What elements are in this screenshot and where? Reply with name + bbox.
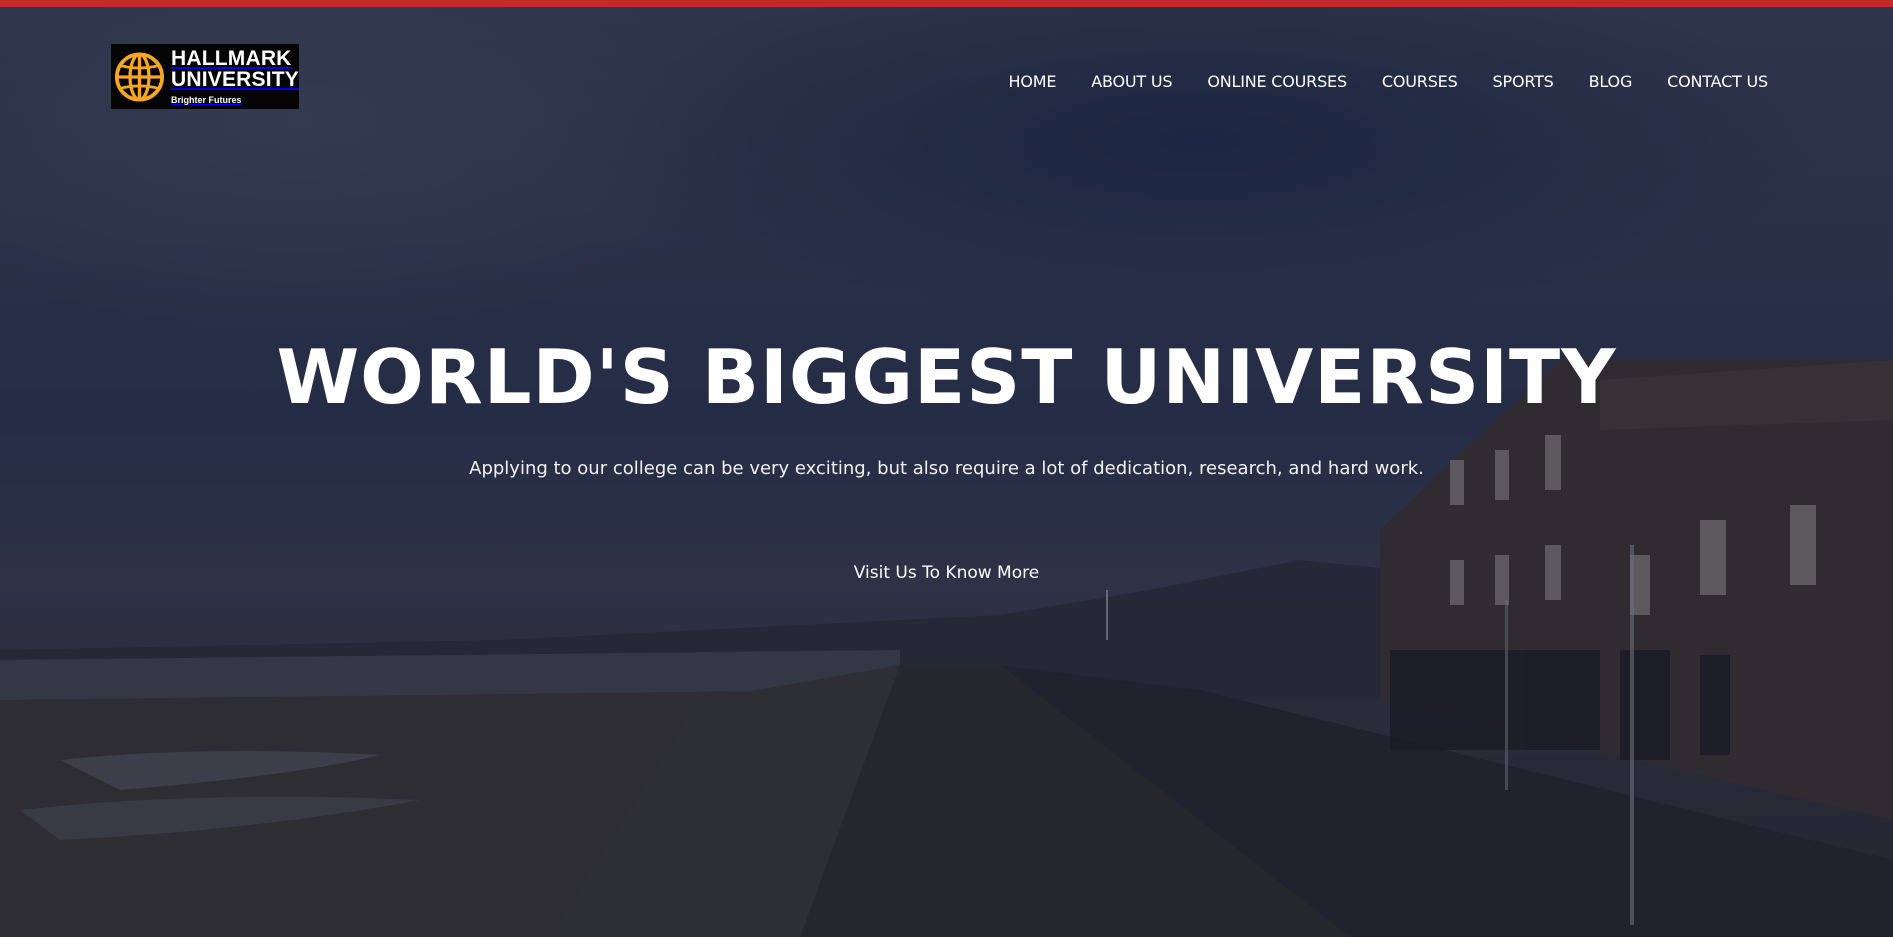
- logo-text: HALLMARK UNIVERSITY Brighter Futures: [171, 48, 299, 105]
- globe-icon: [114, 51, 165, 102]
- nav-sports[interactable]: SPORTS: [1493, 72, 1554, 91]
- hero-subtitle: Applying to our college can be very exci…: [469, 458, 1424, 479]
- nav-online-courses[interactable]: ONLINE COURSES: [1207, 72, 1347, 91]
- top-accent-stripe: [0, 0, 1893, 7]
- hero-section: WORLD'S BIGGEST UNIVERSITY Applying to o…: [0, 0, 1893, 937]
- nav-courses[interactable]: COURSES: [1382, 72, 1458, 91]
- visit-us-link[interactable]: Visit Us To Know More: [854, 563, 1039, 583]
- nav-home[interactable]: HOME: [1009, 72, 1057, 91]
- logo-tagline: Brighter Futures: [170, 95, 242, 105]
- hero-title: WORLD'S BIGGEST UNIVERSITY: [276, 333, 1617, 421]
- site-logo[interactable]: HALLMARK UNIVERSITY Brighter Futures: [111, 44, 299, 109]
- nav-about-us[interactable]: ABOUT US: [1091, 72, 1172, 91]
- logo-brand-line-1: HALLMARK: [170, 47, 292, 70]
- site-header: HALLMARK UNIVERSITY Brighter Futures HOM…: [0, 7, 1893, 127]
- logo-brand-line-2: UNIVERSITY: [170, 68, 299, 91]
- nav-blog[interactable]: BLOG: [1589, 72, 1633, 91]
- main-navigation: HOME ABOUT US ONLINE COURSES COURSES SPO…: [1009, 72, 1769, 91]
- nav-contact-us[interactable]: CONTACT US: [1667, 72, 1768, 91]
- hero-content: WORLD'S BIGGEST UNIVERSITY Applying to o…: [0, 333, 1893, 584]
